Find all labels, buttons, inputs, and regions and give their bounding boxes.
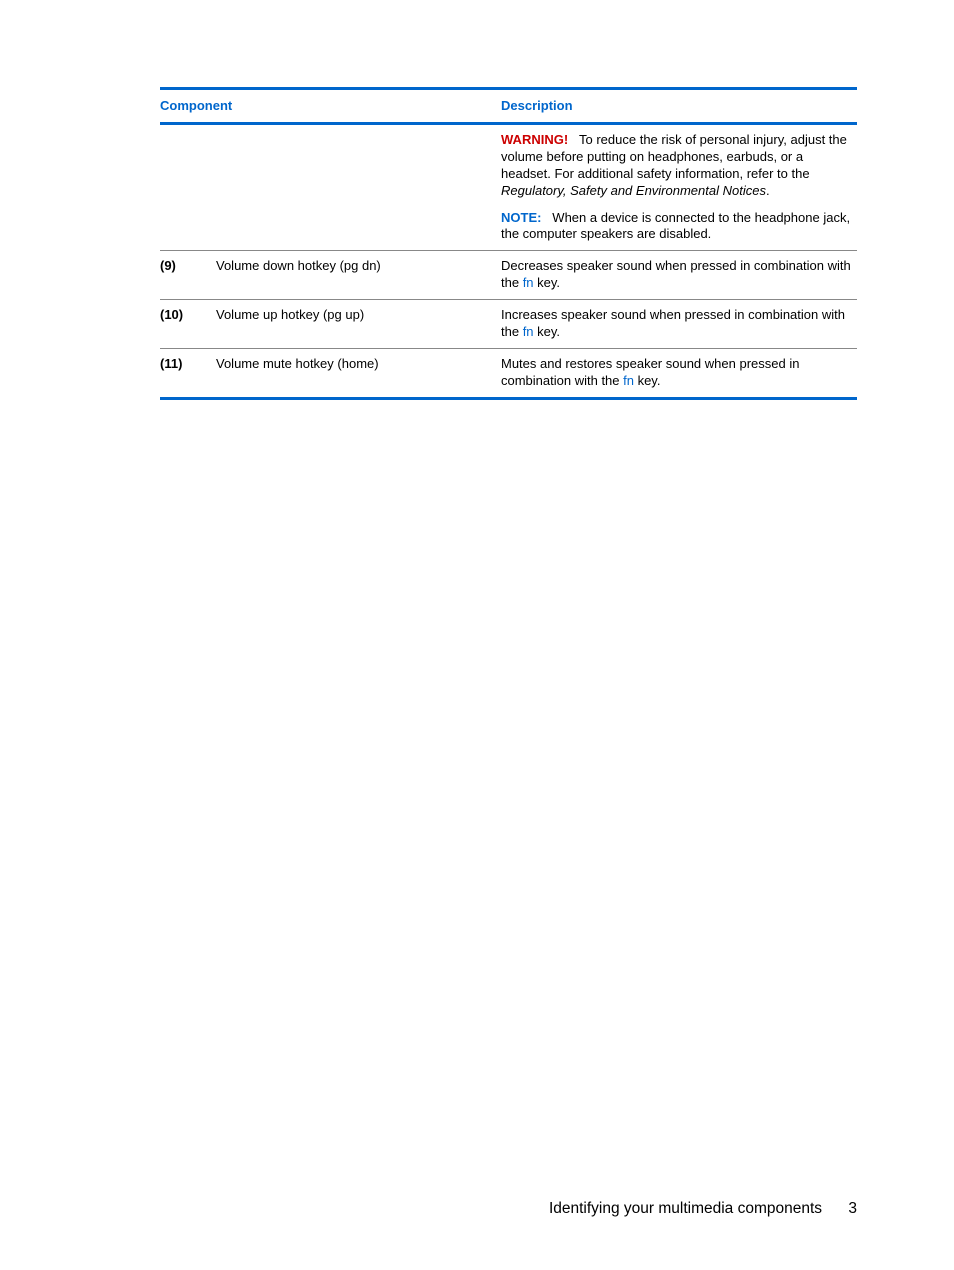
row-num: (11) — [160, 348, 216, 398]
fn-key: fn — [523, 324, 534, 339]
note-text: When a device is connected to the headph… — [501, 210, 850, 242]
page-footer: Identifying your multimedia components 3 — [549, 1200, 857, 1218]
note-label: NOTE: — [501, 210, 541, 225]
component-table: Component Description WARNING! To reduce… — [160, 87, 857, 400]
fn-key: fn — [523, 275, 534, 290]
warning-label: WARNING! — [501, 132, 568, 147]
row-description: Increases speaker sound when pressed in … — [501, 300, 857, 349]
table-row: WARNING! To reduce the risk of personal … — [160, 124, 857, 251]
table-row: (10) Volume up hotkey (pg up) Increases … — [160, 300, 857, 349]
row-component: Volume up hotkey (pg up) — [216, 300, 501, 349]
warning-paragraph: WARNING! To reduce the risk of personal … — [501, 132, 853, 200]
row-num: (9) — [160, 251, 216, 300]
note-paragraph: NOTE: When a device is connected to the … — [501, 210, 853, 244]
warning-text-after: . — [766, 183, 770, 198]
row-description: Decreases speaker sound when pressed in … — [501, 251, 857, 300]
row-num: (10) — [160, 300, 216, 349]
table-row: (11) Volume mute hotkey (home) Mutes and… — [160, 348, 857, 398]
header-description: Description — [501, 89, 857, 124]
page-number: 3 — [848, 1200, 857, 1217]
row-component: Volume mute hotkey (home) — [216, 348, 501, 398]
row-description: Mutes and restores speaker sound when pr… — [501, 348, 857, 398]
row-component: Volume down hotkey (pg dn) — [216, 251, 501, 300]
warning-italic: Regulatory, Safety and Environmental Not… — [501, 183, 766, 198]
footer-text: Identifying your multimedia components — [549, 1200, 822, 1217]
table-row: (9) Volume down hotkey (pg dn) Decreases… — [160, 251, 857, 300]
fn-key: fn — [623, 373, 634, 388]
header-component: Component — [160, 89, 501, 124]
